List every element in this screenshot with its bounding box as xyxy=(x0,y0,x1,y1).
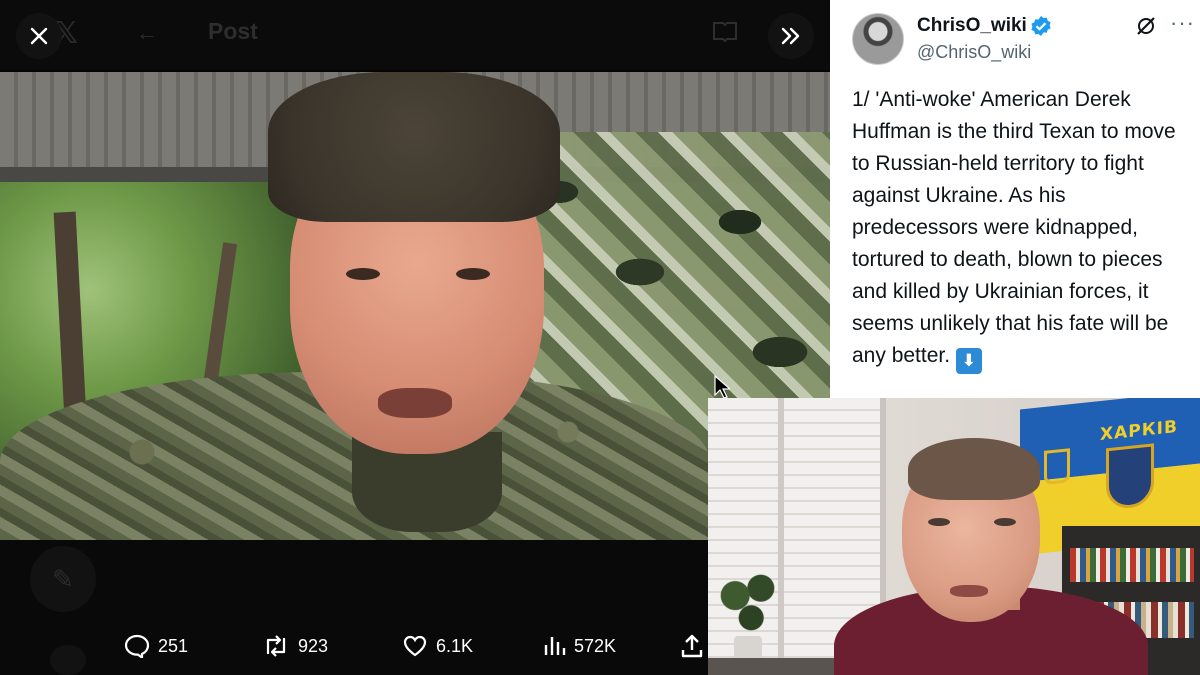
reader-mode-icon[interactable] xyxy=(712,20,738,42)
tweet-text: 1/ 'Anti-woke' American Derek Huffman is… xyxy=(852,84,1192,374)
verified-badge-icon xyxy=(1031,16,1051,36)
trident-icon xyxy=(1044,448,1070,485)
soldier-mouth xyxy=(378,388,452,418)
reply-button[interactable]: 251 xyxy=(124,628,188,664)
post-actions: 251 923 6.1K 572K xyxy=(0,628,710,664)
views-count: 572K xyxy=(574,635,617,656)
like-count: 6.1K xyxy=(436,635,474,656)
comment-icon xyxy=(124,634,150,658)
grok-icon[interactable] xyxy=(1135,15,1157,37)
tweet-card[interactable]: ChrisO_wiki @ChrisO_wiki ··· 1/ 'Anti-wo… xyxy=(830,0,1200,398)
avatar[interactable] xyxy=(852,13,904,65)
share-button[interactable] xyxy=(680,628,704,664)
soldier-cap xyxy=(268,72,560,222)
reply-count: 251 xyxy=(158,635,189,656)
analytics-icon xyxy=(544,637,566,655)
user-handle[interactable]: @ChrisO_wiki xyxy=(917,42,1031,63)
soldier-eye xyxy=(346,268,380,280)
bonsai-plant xyxy=(716,566,780,640)
back-arrow-icon[interactable]: ← xyxy=(136,20,158,46)
display-name[interactable]: ChrisO_wiki xyxy=(917,15,1027,37)
share-icon xyxy=(681,634,703,658)
repost-icon xyxy=(266,635,286,657)
presenter-eye xyxy=(994,518,1016,526)
double-chevron-right-icon xyxy=(781,27,800,45)
books-row xyxy=(1070,548,1194,582)
repost-button[interactable]: 923 xyxy=(262,628,328,664)
soldier-eye xyxy=(456,268,490,280)
video-frame[interactable] xyxy=(0,72,830,540)
close-icon xyxy=(30,27,48,45)
page-title: Post xyxy=(208,18,258,44)
views-button[interactable]: 572K xyxy=(542,628,616,664)
heart-icon xyxy=(403,635,427,657)
tweet-body: 1/ 'Anti-woke' American Derek Huffman is… xyxy=(852,88,1176,367)
post-top-bar: 𝕏 ← Post xyxy=(0,0,830,70)
repost-count: 923 xyxy=(298,635,329,656)
presenter-mouth xyxy=(950,585,988,597)
media-viewer: 𝕏 ← Post ✎ 251 923 6.1K 572K xyxy=(0,0,830,675)
expand-button[interactable] xyxy=(768,13,814,59)
close-button[interactable] xyxy=(16,13,62,59)
mouse-cursor-icon xyxy=(714,375,730,399)
compose-fab-icon: ✎ xyxy=(30,546,96,612)
down-arrow-emoji-icon: ⬇ xyxy=(955,348,982,374)
shutter-frame xyxy=(778,398,784,675)
presenter-eye xyxy=(928,518,950,526)
like-button[interactable]: 6.1K xyxy=(402,628,473,664)
webcam-overlay: ХАРКІВ xyxy=(708,398,1200,675)
more-options-icon[interactable]: ··· xyxy=(1170,10,1195,36)
presenter-hair xyxy=(908,438,1040,500)
